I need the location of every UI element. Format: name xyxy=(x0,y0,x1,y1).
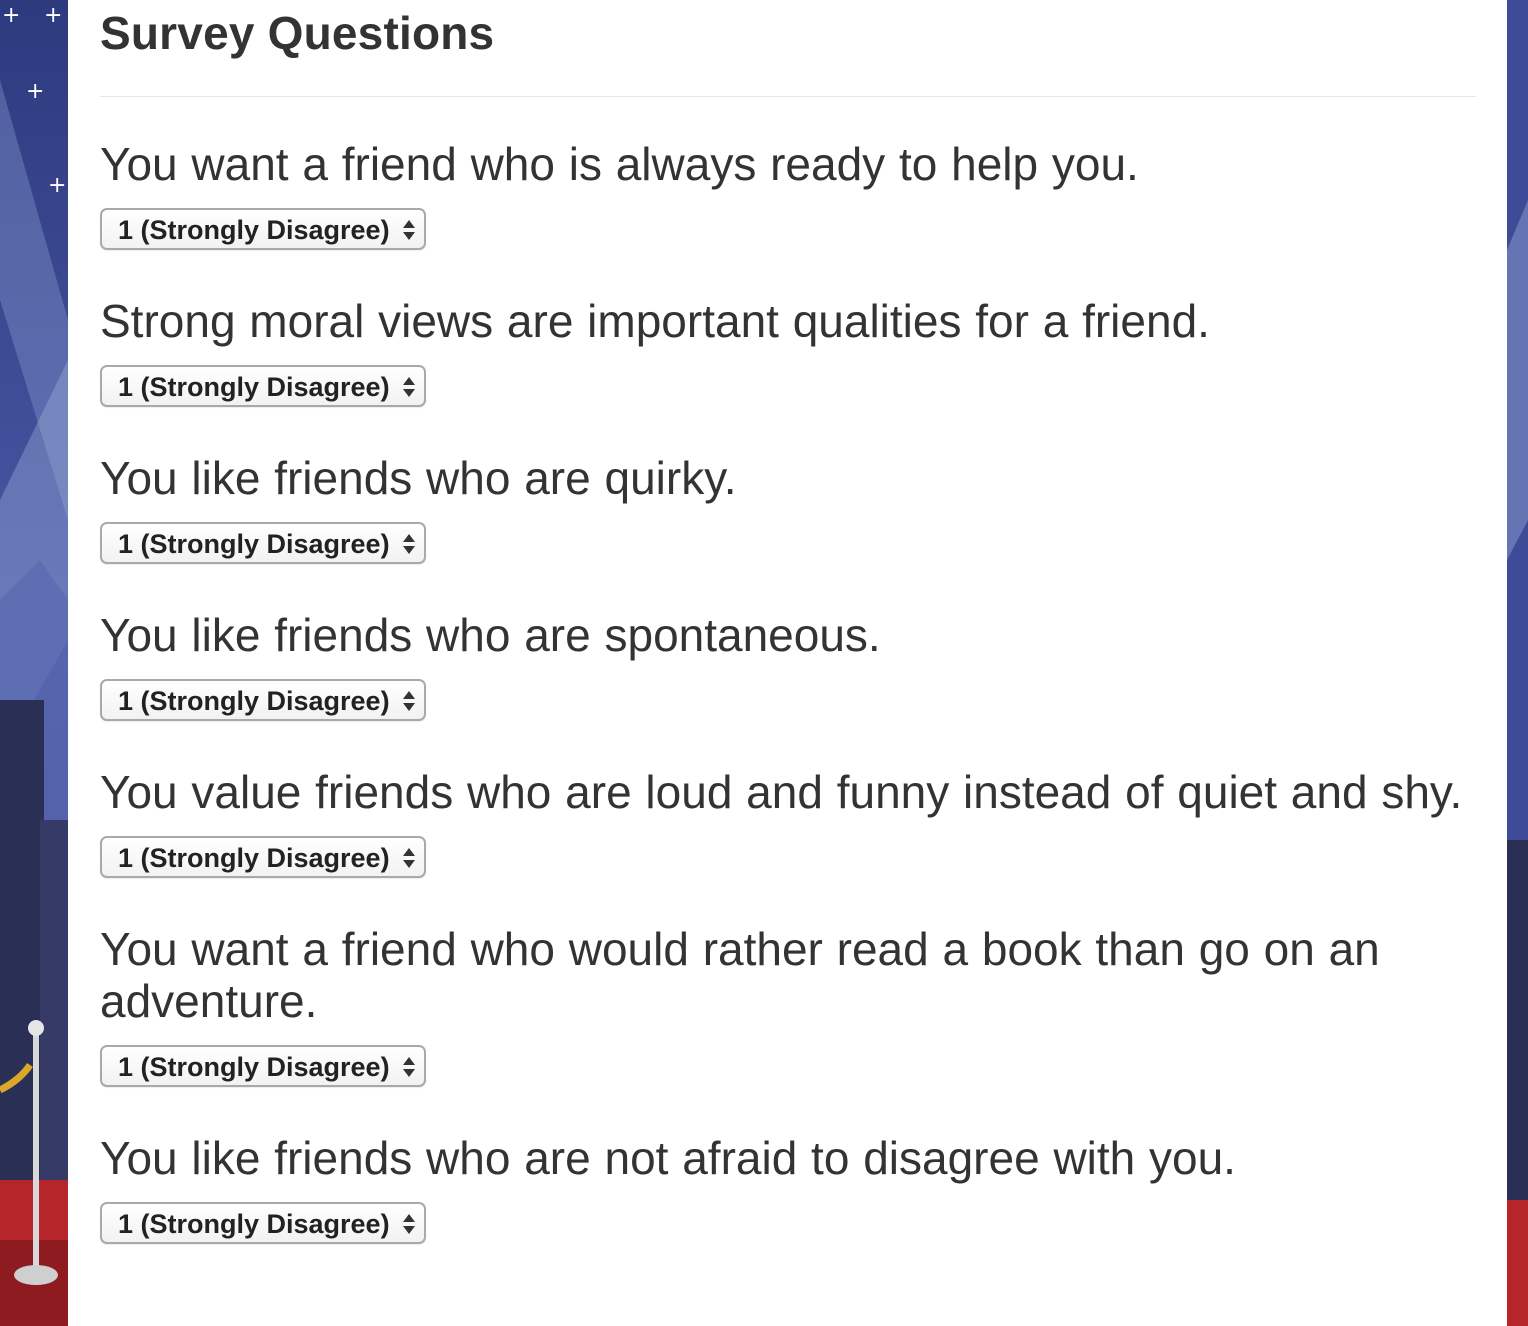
rating-select[interactable]: 1 (Strongly Disagree) xyxy=(100,679,426,721)
updown-arrows-icon xyxy=(403,1057,415,1077)
rating-select[interactable]: 1 (Strongly Disagree) xyxy=(100,836,426,878)
rating-select[interactable]: 1 (Strongly Disagree) xyxy=(100,365,426,407)
question-text: You value friends who are loud and funny… xyxy=(100,766,1463,818)
rating-select[interactable]: 1 (Strongly Disagree) xyxy=(100,522,426,564)
svg-text:+: + xyxy=(2,3,20,28)
page-title: Survey Questions xyxy=(100,7,495,59)
updown-arrows-icon xyxy=(403,534,415,554)
rating-select[interactable]: 1 (Strongly Disagree) xyxy=(100,1045,426,1087)
svg-text:+: + xyxy=(44,3,62,28)
question-item: You like friends who are not afraid to d… xyxy=(100,1132,1476,1249)
survey-panel: Survey Questions You want a friend who i… xyxy=(68,0,1507,1326)
question-item: You want a friend who would rather read … xyxy=(100,923,1476,1092)
rating-select-value: 1 (Strongly Disagree) xyxy=(118,686,390,716)
question-text: You like friends who are not afraid to d… xyxy=(100,1132,1236,1184)
svg-text:+: + xyxy=(26,79,44,104)
question-item: You like friends who are quirky. 1 (Stro… xyxy=(100,452,1476,569)
question-item: Strong moral views are important qualiti… xyxy=(100,295,1476,412)
question-text: You want a friend who is always ready to… xyxy=(100,138,1139,190)
rating-select-value: 1 (Strongly Disagree) xyxy=(118,843,390,873)
rating-select-value: 1 (Strongly Disagree) xyxy=(118,1209,390,1239)
updown-arrows-icon xyxy=(403,1214,415,1234)
rating-select-value: 1 (Strongly Disagree) xyxy=(118,1052,390,1082)
question-item: You value friends who are loud and funny… xyxy=(100,766,1476,883)
rating-select-value: 1 (Strongly Disagree) xyxy=(118,529,390,559)
svg-text:+: + xyxy=(48,173,66,198)
updown-arrows-icon xyxy=(403,691,415,711)
question-list: You want a friend who is always ready to… xyxy=(100,138,1476,1289)
question-text: Strong moral views are important qualiti… xyxy=(100,295,1210,347)
title-divider xyxy=(100,96,1476,97)
question-item: You want a friend who is always ready to… xyxy=(100,138,1476,255)
question-text: You want a friend who would rather read … xyxy=(100,923,1380,1027)
background-scene-left: + + + + xyxy=(0,0,68,1326)
updown-arrows-icon xyxy=(403,220,415,240)
rating-select-value: 1 (Strongly Disagree) xyxy=(118,215,390,245)
rating-select-value: 1 (Strongly Disagree) xyxy=(118,372,390,402)
question-item: You like friends who are spontaneous. 1 … xyxy=(100,609,1476,726)
updown-arrows-icon xyxy=(403,848,415,868)
question-text: You like friends who are spontaneous. xyxy=(100,609,881,661)
updown-arrows-icon xyxy=(403,377,415,397)
rating-select[interactable]: 1 (Strongly Disagree) xyxy=(100,1202,426,1244)
rating-select[interactable]: 1 (Strongly Disagree) xyxy=(100,208,426,250)
background-scene-right xyxy=(1507,0,1528,1326)
question-text: You like friends who are quirky. xyxy=(100,452,737,504)
